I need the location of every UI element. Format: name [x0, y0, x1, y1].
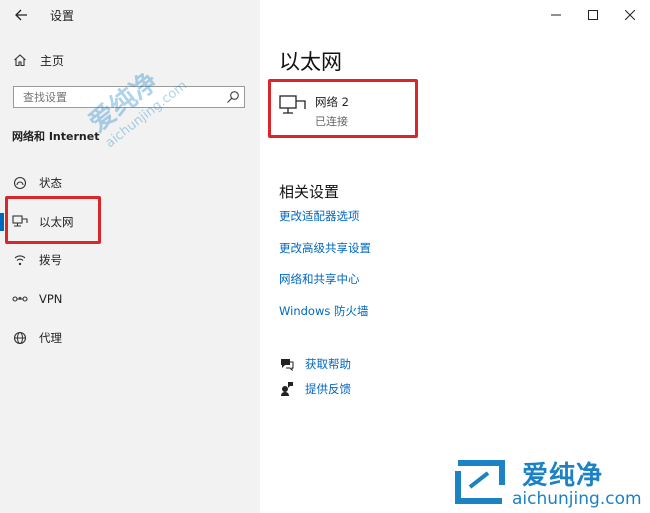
related-settings-title: 相关设置: [279, 183, 340, 201]
home-icon: [12, 52, 28, 68]
link-network-sharing-center[interactable]: 网络和共享中心: [279, 271, 360, 287]
link-change-adapter-options[interactable]: 更改适配器选项: [279, 208, 360, 224]
title-bar: 设置: [0, 0, 260, 30]
sidebar-item-label: VPN: [39, 292, 63, 306]
search-input[interactable]: [14, 87, 223, 107]
sidebar-item-proxy[interactable]: 代理: [0, 324, 260, 352]
link-windows-firewall[interactable]: Windows 防火墙: [279, 303, 369, 319]
home-label: 主页: [40, 53, 65, 68]
proxy-icon: [12, 330, 28, 346]
network-name: 网络 2: [315, 95, 349, 109]
dialup-icon: [12, 252, 28, 268]
feedback-label: 提供反馈: [305, 382, 351, 396]
sidebar-item-label: 状态: [39, 176, 62, 190]
logo-url: aichunjing.com: [512, 489, 642, 509]
close-icon: [625, 10, 635, 20]
network-status: 已连接: [315, 115, 348, 128]
search-box[interactable]: [13, 86, 245, 108]
maximize-button[interactable]: [582, 4, 604, 26]
page-title: 以太网: [279, 50, 342, 74]
sidebar-item-label: 拨号: [39, 253, 62, 267]
brand-logo: 爱纯净 aichunjing.com: [452, 455, 642, 513]
search-icon[interactable]: [226, 89, 240, 108]
sidebar-item-vpn[interactable]: VPN: [0, 285, 260, 313]
network-info: 网络 2 已连接: [315, 94, 349, 129]
section-label: 网络和 Internet: [12, 130, 100, 143]
sidebar: 设置 主页 网络和 Internet 状态 以太网 拨号: [0, 0, 260, 513]
get-help-link[interactable]: 获取帮助: [279, 356, 351, 372]
network-card[interactable]: 网络 2 已连接: [279, 94, 349, 129]
minimize-button[interactable]: [545, 4, 567, 26]
feedback-link[interactable]: 提供反馈: [279, 381, 351, 397]
sidebar-item-dialup[interactable]: 拨号: [0, 246, 260, 274]
sidebar-item-status[interactable]: 状态: [0, 169, 260, 197]
help-icon: [279, 356, 295, 372]
close-button[interactable]: [619, 4, 641, 26]
back-arrow-icon: [15, 9, 27, 21]
back-button[interactable]: [10, 4, 32, 26]
highlight-box: [5, 196, 101, 244]
maximize-icon: [588, 10, 598, 20]
home-nav-item[interactable]: 主页: [12, 50, 64, 70]
get-help-label: 获取帮助: [305, 357, 351, 371]
ethernet-icon: [279, 94, 307, 118]
logo-mark-icon: [455, 460, 505, 504]
minimize-icon: [551, 14, 561, 16]
logo-brand: 爱纯净: [522, 461, 604, 491]
feedback-icon: [279, 381, 295, 397]
app-title: 设置: [50, 9, 75, 23]
sidebar-item-label: 代理: [39, 331, 62, 345]
vpn-icon: [12, 291, 28, 307]
status-icon: [12, 175, 28, 191]
link-advanced-sharing[interactable]: 更改高级共享设置: [279, 240, 371, 256]
